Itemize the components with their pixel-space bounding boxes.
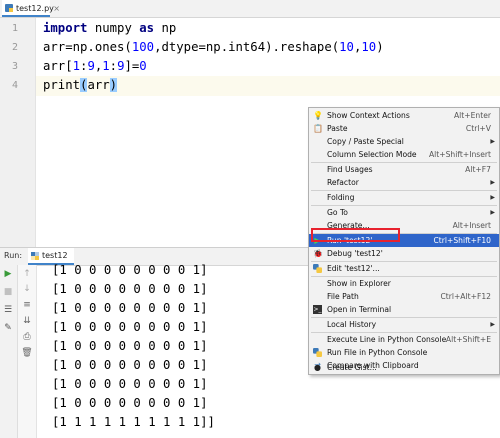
output-line: [1 0 0 0 0 0 0 0 0 1] [52,358,208,372]
code-line-3: arr[1:9,1:9]=0 [43,59,147,73]
output-toolbar: ↑ ↓ ≡ ⇊ ⎙ 🗑 [18,265,37,438]
submenu-arrow-icon: ▶ [490,179,495,186]
output-line: [1 1 1 1 1 1 1 1 1 1]] [52,415,215,429]
python-console-icon [313,348,322,357]
run-label: Run: [4,251,23,260]
output-line: [1 0 0 0 0 0 0 0 0 1] [52,301,208,315]
tab-label: test12.py [16,4,54,13]
paste-icon: 📋 [313,124,323,133]
layout-icon[interactable]: ☰ [2,304,14,316]
print-icon[interactable]: ⎙ [21,331,33,343]
menu-item-create-gist[interactable]: ● Create Gist... [309,361,499,374]
menu-item-run-file-in-console[interactable]: Run File in Python Console [309,346,499,359]
output-line: [1 0 0 0 0 0 0 0 0 1] [52,282,208,296]
rerun-icon[interactable]: ▶ [2,268,14,280]
python-icon [313,264,322,273]
menu-item-copy-paste-special[interactable]: Copy / Paste Special ▶ [309,135,499,148]
down-arrow-icon[interactable]: ↓ [21,283,33,295]
python-file-icon [5,4,13,12]
github-icon: ● [314,363,321,372]
scroll-to-end-icon[interactable]: ⇊ [21,315,33,327]
menu-item-edit-test12[interactable]: Edit 'test12'... [309,262,499,275]
line-number: 4 [11,80,18,91]
menu-item-file-path[interactable]: File Path Ctrl+Alt+F12 [309,290,499,303]
menu-item-paste[interactable]: 📋 Paste Ctrl+V [309,122,499,135]
terminal-icon: >_ [313,305,322,314]
line-number: 2 [11,42,18,53]
code-line-2: arr=np.ones(100,dtype=np.int64).reshape(… [43,40,384,54]
menu-item-refactor[interactable]: Refactor ▶ [309,176,499,189]
line-number: 1 [11,23,18,34]
output-line: [1 0 0 0 0 0 0 0 0 1] [52,377,208,391]
up-arrow-icon[interactable]: ↑ [21,268,33,280]
run-toolbar: ▶ ■ ☰ ✎ [0,265,18,438]
menu-item-open-in-terminal[interactable]: >_ Open in Terminal [309,303,499,316]
menu-item-show-context-actions[interactable]: 💡 Show Context Actions Alt+Enter [309,109,499,122]
submenu-arrow-icon: ▶ [490,194,495,201]
line-number: 3 [11,61,18,72]
menu-item-debug-test12[interactable]: 🐞 Debug 'test12' [309,247,499,260]
menu-item-show-in-explorer[interactable]: Show in Explorer [309,277,499,290]
code-line-4: print(arr) [43,78,118,92]
stop-icon[interactable]: ■ [2,286,14,298]
menu-item-go-to[interactable]: Go To ▶ [309,206,499,219]
debug-icon: 🐞 [313,249,323,258]
menu-item-find-usages[interactable]: Find Usages Alt+F7 [309,163,499,176]
code-line-1: import numpy as np [43,21,177,35]
pin-icon[interactable]: ✎ [2,322,14,334]
menu-item-column-selection-mode[interactable]: Column Selection Mode Alt+Shift+Insert [309,148,499,161]
close-icon[interactable]: × [53,0,60,17]
output-line: [1 0 0 0 0 0 0 0 0 1] [52,339,208,353]
output-line: [1 0 0 0 0 0 0 0 0 1] [52,320,208,334]
line-gutter: 1 2 3 4 [0,18,36,247]
output-line: [1 0 0 0 0 0 0 0 0 1] [52,263,208,277]
output-line: [1 0 0 0 0 0 0 0 0 1] [52,396,208,410]
python-icon [31,252,39,260]
menu-item-folding[interactable]: Folding ▶ [309,191,499,204]
bulb-icon: 💡 [313,111,323,120]
submenu-arrow-icon: ▶ [490,209,495,216]
submenu-arrow-icon: ▶ [490,321,495,328]
run-tab-label: test12 [42,251,68,260]
highlight-box [311,228,400,242]
menu-item-execute-line-in-console[interactable]: Execute Line in Python Console Alt+Shift… [309,333,499,346]
editor-tab-bar: test12.py × [0,0,500,18]
tab-test12-py[interactable]: test12.py × [2,0,60,17]
soft-wrap-icon[interactable]: ≡ [21,299,33,311]
menu-item-local-history[interactable]: Local History ▶ [309,318,499,331]
delete-icon[interactable]: 🗑 [21,347,33,359]
submenu-arrow-icon: ▶ [490,138,495,145]
